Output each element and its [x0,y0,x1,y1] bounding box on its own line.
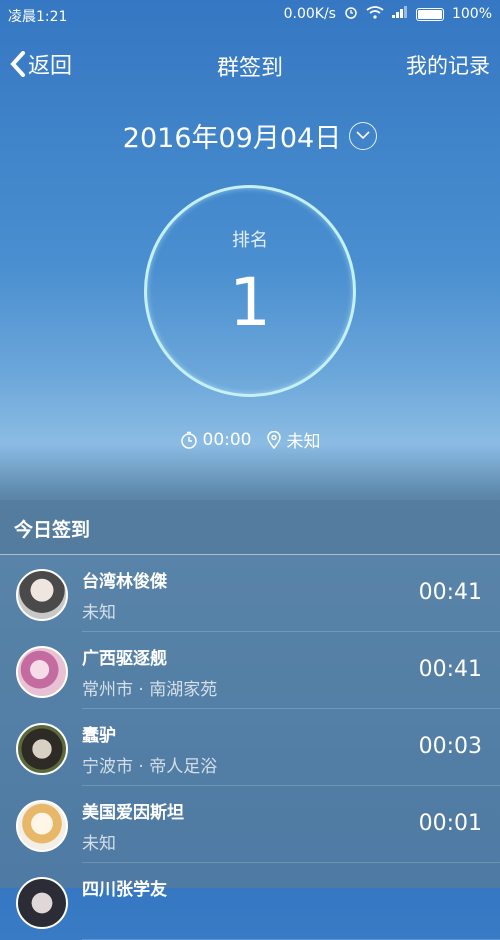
rank-circle: 排名 1 [144,185,356,397]
checkin-time: 00:01 [418,811,482,836]
avatar[interactable] [16,723,68,775]
status-right: 0.00K/s 100% [284,5,492,23]
my-records-button[interactable]: 我的记录 [406,50,490,80]
meta-location-value: 未知 [286,432,321,452]
avatar[interactable] [16,800,68,852]
chevron-down-icon[interactable] [349,121,378,150]
meta-time: 00:00 [180,430,252,450]
checkin-time: 00:03 [418,734,482,759]
meta-location: 未知 [266,427,321,452]
signal-icon [391,6,408,22]
date-text: 2016年09月04日 [122,123,342,154]
battery-icon [415,7,444,21]
location-pin-icon [266,430,281,449]
list-item[interactable]: 美国爱因斯坦 未知 00:01 [16,786,500,863]
today-checkins-title: 今日签到 [14,519,91,541]
user-location: 未知 [82,834,116,854]
list-item[interactable]: 广西驱逐舰 常州市 · 南湖家苑 00:41 [16,632,500,709]
user-location: 未知 [82,603,116,623]
nav-bar: 返回 群签到 我的记录 [0,40,500,86]
user-location: 宁波市 · 帝人足浴 [82,757,218,777]
user-name: 美国爱因斯坦 [82,803,184,823]
list-item[interactable]: 四川张学友 [16,863,500,940]
list-item[interactable]: 台湾林俊傑 未知 00:41 [16,555,500,632]
user-location: 常州市 · 南湖家苑 [82,680,218,700]
date-selector[interactable]: 2016年09月04日 [0,116,500,155]
alarm-icon [344,5,358,23]
battery-level: 100% [451,6,492,22]
avatar[interactable] [16,877,68,929]
list-item[interactable]: 蠢驴 宁波市 · 帝人足浴 00:03 [16,709,500,786]
user-name: 广西驱逐舰 [82,649,167,669]
stopwatch-icon [180,431,197,449]
checkin-meta: 00:00 未知 [0,427,500,452]
wifi-icon [366,5,384,23]
user-name: 台湾林俊傑 [82,572,167,592]
checkin-list: 台湾林俊傑 未知 00:41 广西驱逐舰 常州市 · 南湖家苑 00:41 蠢驴… [0,555,500,940]
meta-time-value: 00:00 [202,429,252,450]
checkin-time: 00:41 [418,580,482,605]
avatar[interactable] [16,569,68,621]
checkin-time: 00:41 [418,657,482,682]
today-checkins-header: 今日签到 [0,500,500,555]
rank-label: 排名 [232,230,268,251]
avatar[interactable] [16,646,68,698]
user-name: 蠢驴 [82,726,116,746]
status-bar: 凌晨1:21 0.00K/s 100% [0,0,500,28]
status-time: 凌晨1:21 [8,9,68,25]
rank-value: 1 [229,264,271,341]
network-speed: 0.00K/s [283,6,336,22]
